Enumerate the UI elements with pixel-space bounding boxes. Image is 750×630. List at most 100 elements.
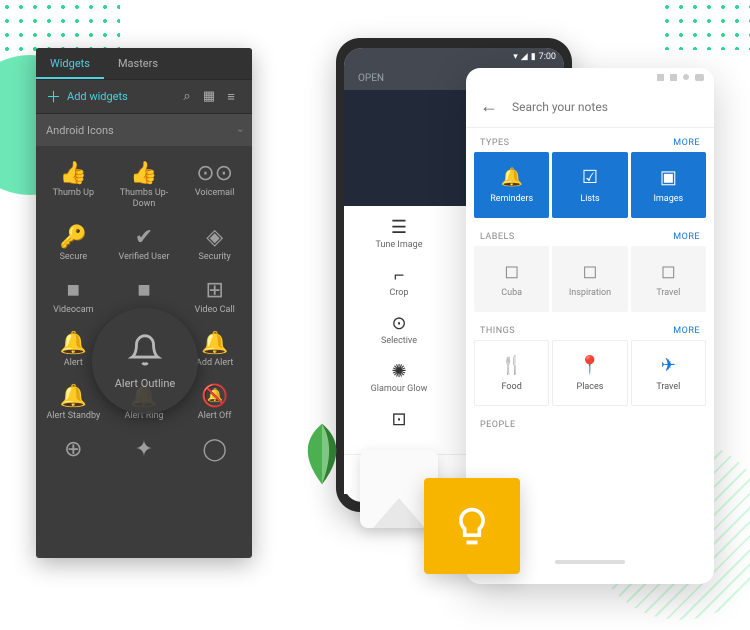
card-label: Inspiration — [569, 288, 611, 298]
icon-verified-user[interactable]: ✔ Verified User — [109, 216, 180, 269]
icon-label: Videocam — [40, 305, 107, 316]
more-link[interactable]: MORE — [673, 232, 700, 242]
tool-tune[interactable]: ☰ Tune Image — [344, 216, 454, 250]
globe-icon: ⊕ — [40, 436, 107, 462]
bell-outline-icon — [128, 333, 162, 375]
tool-label: Tune Image — [344, 240, 454, 250]
card-lists[interactable]: ☑Lists — [552, 152, 627, 218]
section-title: TYPES — [480, 138, 509, 148]
food-icon: 🍴 — [500, 355, 522, 376]
more1-icon: ⊡ — [344, 408, 454, 430]
tab-masters[interactable]: Masters — [104, 48, 172, 79]
verified-user-icon: ✔ — [111, 224, 178, 250]
card-places[interactable]: 📍Places — [552, 340, 627, 406]
places-icon: 📍 — [579, 355, 601, 376]
envelope-icon — [373, 498, 425, 528]
icon-lightbulb[interactable]: ◯ — [179, 428, 250, 470]
tool-more1[interactable]: ⊡ — [344, 408, 454, 432]
card-cuba[interactable]: ◻Cuba — [474, 246, 549, 312]
crop-icon: ⌐ — [344, 264, 454, 286]
icon-video-call[interactable]: ⊞ Video Call — [179, 269, 250, 322]
snapseed-app-icon[interactable] — [286, 418, 358, 490]
tool-label: Crop — [344, 288, 454, 298]
alert-off-icon: 🔕 — [181, 383, 248, 409]
icon-label: Verified User — [111, 252, 178, 263]
card-label: Food — [502, 382, 522, 392]
section-header: TYPES MORE — [466, 128, 714, 152]
icon-security[interactable]: ◈ Security — [179, 216, 250, 269]
icon-thumbs-up-down[interactable]: 👍Thumbs Up-Down — [109, 152, 180, 216]
lists-icon: ☑ — [582, 167, 598, 188]
icon-videocam[interactable]: ■ Videocam — [38, 269, 109, 322]
icon-voicemail[interactable]: ⊙⊙Voicemail — [179, 152, 250, 216]
more-link[interactable]: MORE — [673, 138, 700, 148]
card-label: Travel — [656, 288, 680, 298]
travel2-icon: ✈ — [661, 355, 676, 376]
more-link[interactable]: MORE — [673, 326, 700, 336]
icon-globe[interactable]: ⊕ — [38, 428, 109, 470]
icon-secure[interactable]: 🔑Secure — [38, 216, 109, 269]
tool-selective[interactable]: ⊙ Selective — [344, 312, 454, 346]
icon-label: Thumb Up — [40, 188, 107, 199]
category-header[interactable]: Android Icons › — [36, 114, 252, 146]
inspiration-icon: ◻ — [583, 261, 598, 282]
grid-view-icon[interactable]: ▦ — [198, 89, 220, 104]
tune-icon: ☰ — [344, 216, 454, 238]
tool-label: Glamour Glow — [344, 384, 454, 394]
back-arrow-icon[interactable]: ← — [480, 96, 498, 117]
icon-label: Alert Standby — [40, 411, 107, 422]
search-input[interactable] — [512, 100, 700, 114]
icon-label: Video Call — [181, 305, 248, 316]
keep-app-icon[interactable] — [424, 478, 520, 574]
widgets-panel: Widgets Masters ＋ Add widgets ⌕ ▦ ≡ Andr… — [36, 48, 252, 558]
status-sq-icon — [657, 74, 664, 81]
alert-outline-preview[interactable]: Alert Outline — [92, 308, 198, 414]
list-view-icon[interactable]: ≡ — [220, 89, 242, 105]
icon-extension[interactable]: ✦ — [109, 428, 180, 470]
status-dots — [466, 68, 714, 86]
section-title: PEOPLE — [480, 420, 516, 430]
tool-crop[interactable]: ⌐ Crop — [344, 264, 454, 298]
card-travel2[interactable]: ✈ Travel — [631, 340, 706, 406]
card-travel[interactable]: ◻ Travel — [631, 246, 706, 312]
card-label: Travel — [656, 382, 680, 392]
icon-label: Voicemail — [181, 188, 248, 199]
videocam-icon: ■ — [40, 277, 107, 303]
tool-glamour[interactable]: ✺ Glamour Glow — [344, 360, 454, 394]
card-label: Images — [653, 194, 683, 204]
thumbs-up-down-icon: 👍 — [111, 160, 178, 186]
add-widgets-label[interactable]: Add widgets — [67, 90, 128, 103]
chevron-down-icon: › — [234, 128, 247, 131]
plus-icon[interactable]: ＋ — [46, 86, 61, 107]
icon-label: Security — [181, 252, 248, 263]
card-row: ◻Cuba ◻ Inspiration ◻ Travel — [466, 246, 714, 312]
security-icon: ◈ — [181, 224, 248, 250]
card-reminders[interactable]: 🔔Reminders — [474, 152, 549, 218]
reminders-icon: 🔔 — [500, 167, 522, 188]
images-icon: ▣ — [660, 167, 677, 188]
glamour-icon: ✺ — [344, 360, 454, 382]
card-inspiration[interactable]: ◻ Inspiration — [552, 246, 627, 312]
travel-icon: ◻ — [661, 261, 676, 282]
lightbulb-icon: ◯ — [181, 436, 248, 462]
search-bar: ← — [466, 86, 714, 128]
section-title: LABELS — [480, 232, 515, 242]
tool-label: Selective — [344, 336, 454, 346]
card-row: 🍴 Food 📍Places ✈ Travel — [466, 340, 714, 406]
clock-label: 7:00 — [539, 52, 556, 62]
section-header: THINGSMORE — [466, 316, 714, 340]
card-food[interactable]: 🍴 Food — [474, 340, 549, 406]
card-label: Cuba — [501, 288, 522, 298]
category-label: Android Icons — [46, 124, 114, 137]
extension-icon: ✦ — [111, 436, 178, 462]
selective-icon: ⊙ — [344, 312, 454, 334]
icon-thumb-up[interactable]: 👍 Thumb Up — [38, 152, 109, 216]
video-call-icon: ⊞ — [181, 277, 248, 303]
icon-label: Secure — [40, 252, 107, 263]
card-images[interactable]: ▣ Images — [631, 152, 706, 218]
videocam-off-icon: ■ — [111, 277, 178, 303]
search-icon[interactable]: ⌕ — [176, 89, 198, 104]
panel-tabs: Widgets Masters — [36, 48, 252, 80]
thumb-up-icon: 👍 — [40, 160, 107, 186]
tab-widgets[interactable]: Widgets — [36, 48, 104, 79]
